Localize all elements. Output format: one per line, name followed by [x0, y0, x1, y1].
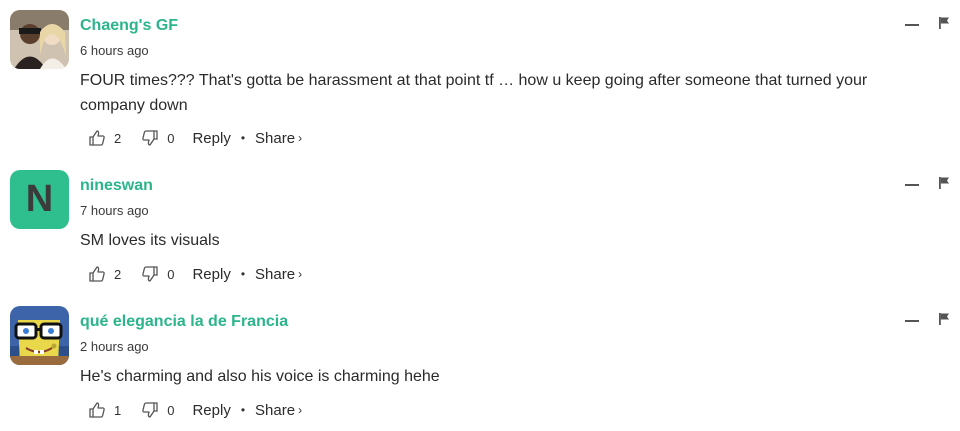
- comment-item: Chaeng's GF 6 hours ago FOUR times??? Th…: [0, 10, 960, 147]
- avatar[interactable]: [10, 306, 69, 365]
- like-count: 1: [114, 402, 122, 418]
- avatar[interactable]: N: [10, 170, 69, 229]
- comment-timestamp: 7 hours ago: [80, 203, 149, 218]
- comment-timestamp: 6 hours ago: [80, 43, 149, 58]
- comment-text: FOUR times??? That's gotta be harassment…: [80, 72, 868, 114]
- share-button[interactable]: Share: [255, 266, 295, 283]
- collapse-button[interactable]: [905, 320, 919, 322]
- share-button[interactable]: Share: [255, 130, 295, 147]
- reply-button[interactable]: Reply: [192, 402, 230, 419]
- chevron-right-icon: ›: [298, 267, 303, 281]
- flag-icon[interactable]: [939, 17, 950, 29]
- reply-button[interactable]: Reply: [192, 130, 230, 147]
- comment-actions: 1 0 Reply • Share ›: [88, 399, 302, 421]
- comment-timestamp: 2 hours ago: [80, 339, 149, 354]
- separator-dot: •: [240, 267, 246, 281]
- chevron-right-icon: ›: [298, 403, 303, 417]
- comment-text: SM loves its visuals: [80, 232, 220, 249]
- dislike-count: 0: [167, 130, 175, 146]
- share-button[interactable]: Share: [255, 402, 295, 419]
- thumbs-down-icon[interactable]: [141, 265, 159, 283]
- comment-author[interactable]: qué elegancia la de Francia: [80, 313, 288, 331]
- thumbs-up-icon[interactable]: [88, 265, 106, 283]
- comment-actions: 2 0 Reply • Share ›: [88, 263, 302, 285]
- comment-item: N nineswan 7 hours ago SM loves its visu…: [0, 170, 960, 300]
- comment-author[interactable]: Chaeng's GF: [80, 17, 178, 35]
- reply-button[interactable]: Reply: [192, 266, 230, 283]
- avatar[interactable]: [10, 10, 69, 69]
- like-count: 2: [114, 130, 122, 146]
- separator-dot: •: [240, 403, 246, 417]
- collapse-button[interactable]: [905, 24, 919, 26]
- like-count: 2: [114, 266, 122, 282]
- comment-item: qué elegancia la de Francia 2 hours ago …: [0, 306, 960, 431]
- separator-dot: •: [240, 131, 246, 145]
- chevron-right-icon: ›: [298, 131, 303, 145]
- collapse-button[interactable]: [905, 184, 919, 186]
- flag-icon[interactable]: [939, 313, 950, 325]
- thumbs-up-icon[interactable]: [88, 129, 106, 147]
- thumbs-down-icon[interactable]: [141, 129, 159, 147]
- dislike-count: 0: [167, 266, 175, 282]
- avatar-photo: [10, 10, 69, 69]
- avatar-letter: N: [25, 178, 54, 220]
- avatar-cartoon: [10, 306, 69, 365]
- dislike-count: 0: [167, 402, 175, 418]
- comment-text: He's charming and also his voice is char…: [80, 368, 440, 385]
- flag-icon[interactable]: [939, 177, 950, 189]
- thumbs-up-icon[interactable]: [88, 401, 106, 419]
- comment-author[interactable]: nineswan: [80, 177, 153, 195]
- thumbs-down-icon[interactable]: [141, 401, 159, 419]
- comment-actions: 2 0 Reply • Share ›: [88, 127, 302, 149]
